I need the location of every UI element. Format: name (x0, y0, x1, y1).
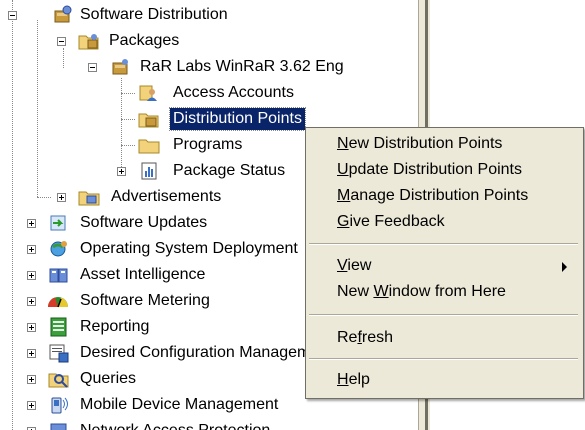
folder-icon (138, 135, 160, 155)
tree-item-label: Queries (80, 370, 137, 387)
collapse-toggle[interactable] (57, 37, 66, 46)
menu-item-new-distribution-points[interactable]: New Distribution Points (309, 131, 577, 157)
reporting-icon (48, 317, 70, 337)
tree-line (121, 93, 135, 94)
distribution-points-icon (138, 109, 160, 129)
menu-item-help[interactable]: Help (309, 367, 577, 393)
software-metering-icon (46, 291, 68, 311)
tree-item-label: Network Access Protection (77, 418, 273, 430)
expand-toggle[interactable] (27, 349, 36, 358)
expand-toggle[interactable] (27, 375, 36, 384)
tree-item-label: Advertisements (111, 188, 222, 205)
os-deployment-icon (48, 239, 70, 259)
tree-line (37, 20, 38, 197)
asset-intelligence-icon (48, 265, 70, 285)
tree-item-label: Distribution Points (169, 107, 306, 131)
menu-item-update-distribution-points[interactable]: Update Distribution Points (309, 157, 577, 183)
tree-item-label: Package Status (173, 162, 286, 179)
access-accounts-icon (138, 83, 160, 103)
tree-item-label: Operating System Deployment (80, 240, 298, 257)
tree-item-label: Software Updates (80, 214, 208, 231)
expand-toggle[interactable] (27, 271, 36, 280)
tree-line (121, 119, 135, 120)
tree-item-label: Reporting (80, 318, 150, 335)
submenu-arrow-icon (562, 262, 567, 272)
expand-toggle[interactable] (27, 323, 36, 332)
tree-item-label: Mobile Device Management (80, 396, 279, 413)
tree-line (121, 78, 122, 171)
menu-item-view[interactable]: View (309, 253, 577, 279)
software-updates-icon (48, 213, 70, 233)
tree-item-label: RaR Labs WinRaR 3.62 Eng (140, 58, 344, 75)
menu-separator (309, 243, 578, 245)
tree-item-label: Desired Configuration Management (80, 344, 333, 361)
tree-line (12, 0, 13, 430)
tree-item-label: Software Metering (80, 292, 210, 309)
tree-item-label: Programs (173, 136, 243, 153)
menu-item-refresh[interactable]: Refresh (309, 325, 577, 351)
tree-item-label: Asset Intelligence (80, 266, 206, 283)
desired-config-icon (48, 343, 70, 363)
menu-item-new-window[interactable]: New Window from Here (309, 279, 577, 305)
queries-icon (48, 369, 70, 389)
mobile-device-icon (48, 395, 70, 415)
network-access-icon (48, 421, 70, 430)
collapse-toggle[interactable] (8, 11, 17, 20)
tree-item-label: Access Accounts (173, 84, 294, 101)
advertisements-icon (78, 187, 100, 207)
tree-item-label: Packages (109, 32, 180, 49)
menu-separator (309, 314, 578, 316)
expand-toggle[interactable] (27, 297, 36, 306)
software-distribution-icon (52, 5, 74, 25)
expand-toggle[interactable] (57, 193, 66, 202)
tree-line (37, 197, 51, 198)
expand-toggle[interactable] (27, 401, 36, 410)
expand-toggle[interactable] (117, 167, 126, 176)
expand-toggle[interactable] (27, 219, 36, 228)
menu-separator (309, 358, 578, 360)
expand-toggle[interactable] (27, 245, 36, 254)
menu-item-give-feedback[interactable]: Give Feedback (309, 209, 577, 235)
tree-line (63, 48, 64, 68)
tree-item-label: Software Distribution (80, 6, 228, 23)
collapse-toggle[interactable] (88, 63, 97, 72)
tree-line (121, 145, 135, 146)
packages-folder-icon (78, 31, 100, 51)
package-icon (110, 57, 132, 77)
menu-item-manage-distribution-points[interactable]: Manage Distribution Points (309, 183, 577, 209)
package-status-icon (138, 161, 160, 181)
context-menu: New Distribution Points Update Distribut… (305, 127, 584, 399)
